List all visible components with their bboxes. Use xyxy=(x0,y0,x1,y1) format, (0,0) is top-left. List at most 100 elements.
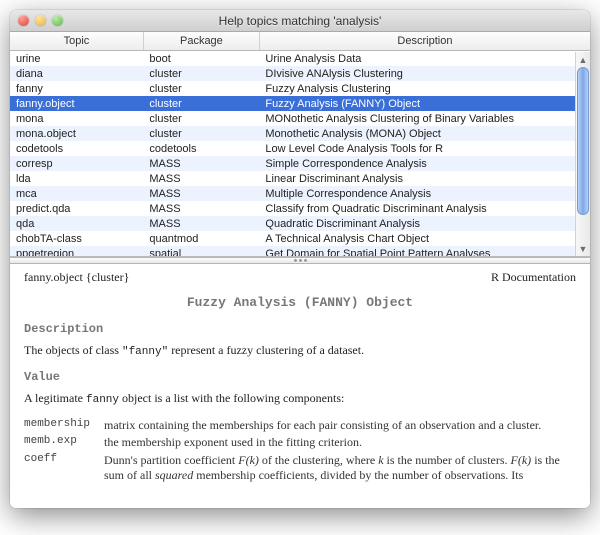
doc-context: fanny.object {cluster} xyxy=(24,270,129,285)
cell-description: MONothetic Analysis Clustering of Binary… xyxy=(259,111,590,126)
cell-description: Monothetic Analysis (MONA) Object xyxy=(259,126,590,141)
description-text: The objects of class "fanny" represent a… xyxy=(24,342,576,360)
cell-package: cluster xyxy=(143,126,259,141)
desc-text-post: represent a fuzzy clustering of a datase… xyxy=(168,343,364,357)
cell-package: MASS xyxy=(143,216,259,231)
cell-description: A Technical Analysis Chart Object xyxy=(259,231,590,246)
cv-i3: F(k) xyxy=(511,453,532,467)
cell-topic: fanny.object xyxy=(10,96,143,111)
table-row[interactable]: fanny.objectclusterFuzzy Analysis (FANNY… xyxy=(10,96,590,111)
cell-description: Low Level Code Analysis Tools for R xyxy=(259,141,590,156)
table-row[interactable]: fannyclusterFuzzy Analysis Clustering xyxy=(10,81,590,96)
scroll-down-icon[interactable]: ▼ xyxy=(576,241,590,256)
cell-description: DIvisive ANAlysis Clustering xyxy=(259,66,590,81)
column-header-package[interactable]: Package xyxy=(143,32,259,51)
cell-topic: qda xyxy=(10,216,143,231)
cell-topic: mca xyxy=(10,186,143,201)
cv-mid: of the clustering, where xyxy=(259,453,378,467)
section-value: Value xyxy=(24,370,576,384)
column-header-topic[interactable]: Topic xyxy=(10,32,143,51)
cell-topic: lda xyxy=(10,171,143,186)
table-row[interactable]: urinebootUrine Analysis Data xyxy=(10,51,590,67)
cv-mid2: is the number of clusters. xyxy=(384,453,511,467)
doc-title: Fuzzy Analysis (FANNY) Object xyxy=(24,295,576,310)
cell-package: MASS xyxy=(143,201,259,216)
scroll-thumb[interactable] xyxy=(577,67,589,215)
component-key: membership xyxy=(24,416,104,434)
results-panel: Topic Package Description urinebootUrine… xyxy=(10,32,590,257)
results-table: Topic Package Description urinebootUrine… xyxy=(10,32,590,256)
column-header-description[interactable]: Description xyxy=(259,32,590,51)
close-icon[interactable] xyxy=(18,15,29,26)
table-row[interactable]: correspMASSSimple Correspondence Analysi… xyxy=(10,156,590,171)
doc-source: R Documentation xyxy=(491,270,576,285)
cell-package: MASS xyxy=(143,156,259,171)
cell-description: Get Domain for Spatial Point Pattern Ana… xyxy=(259,246,590,256)
cell-description: Linear Discriminant Analysis xyxy=(259,171,590,186)
desc-code: "fanny" xyxy=(122,346,168,358)
cell-topic: diana xyxy=(10,66,143,81)
cv-i4: squared xyxy=(155,468,193,482)
table-row[interactable]: codetoolscodetoolsLow Level Code Analysi… xyxy=(10,141,590,156)
component-val: Dunn's partition coefficient F(k) of the… xyxy=(104,451,576,484)
cell-package: cluster xyxy=(143,96,259,111)
value-code: fanny xyxy=(86,394,119,406)
table-row[interactable]: dianaclusterDIvisive ANAlysis Clustering xyxy=(10,66,590,81)
cell-description: Multiple Correspondence Analysis xyxy=(259,186,590,201)
component-val: the membership exponent used in the fitt… xyxy=(104,433,576,451)
cell-description: Fuzzy Analysis Clustering xyxy=(259,81,590,96)
cell-topic: urine xyxy=(10,51,143,67)
cell-description: Quadratic Discriminant Analysis xyxy=(259,216,590,231)
table-row[interactable]: ppgetregionspatialGet Domain for Spatial… xyxy=(10,246,590,256)
minimize-icon[interactable] xyxy=(35,15,46,26)
table-row[interactable]: chobTA-classquantmodA Technical Analysis… xyxy=(10,231,590,246)
table-row[interactable]: monaclusterMONothetic Analysis Clusterin… xyxy=(10,111,590,126)
cell-topic: mona xyxy=(10,111,143,126)
scroll-track[interactable] xyxy=(576,67,590,241)
cell-package: cluster xyxy=(143,111,259,126)
table-row[interactable]: mcaMASSMultiple Correspondence Analysis xyxy=(10,186,590,201)
cell-description: Fuzzy Analysis (FANNY) Object xyxy=(259,96,590,111)
component-key: coeff xyxy=(24,451,104,484)
scroll-up-icon[interactable]: ▲ xyxy=(576,52,590,67)
cell-topic: codetools xyxy=(10,141,143,156)
table-row[interactable]: predict.qdaMASSClassify from Quadratic D… xyxy=(10,201,590,216)
cell-package: MASS xyxy=(143,171,259,186)
component-row: memb.exp the membership exponent used in… xyxy=(24,433,576,451)
zoom-icon[interactable] xyxy=(52,15,63,26)
cell-package: spatial xyxy=(143,246,259,256)
component-row: membership matrix containing the members… xyxy=(24,416,576,434)
value-text: A legitimate fanny object is a list with… xyxy=(24,390,576,408)
cell-topic: predict.qda xyxy=(10,201,143,216)
cell-topic: ppgetregion xyxy=(10,246,143,256)
help-window: Help topics matching 'analysis' Topic Pa… xyxy=(10,10,590,508)
table-row[interactable]: ldaMASSLinear Discriminant Analysis xyxy=(10,171,590,186)
traffic-lights xyxy=(18,15,63,26)
cell-package: boot xyxy=(143,51,259,67)
cell-description: Urine Analysis Data xyxy=(259,51,590,67)
components-table: membership matrix containing the members… xyxy=(24,416,576,484)
cv-pre: Dunn's partition coefficient xyxy=(104,453,238,467)
table-row[interactable]: mona.objectclusterMonothetic Analysis (M… xyxy=(10,126,590,141)
value-text-pre: A legitimate xyxy=(24,391,86,405)
cell-description: Classify from Quadratic Discriminant Ana… xyxy=(259,201,590,216)
titlebar[interactable]: Help topics matching 'analysis' xyxy=(10,10,590,32)
documentation-pane: fanny.object {cluster} R Documentation F… xyxy=(10,264,590,508)
component-key: memb.exp xyxy=(24,433,104,451)
component-val: matrix containing the memberships for ea… xyxy=(104,416,576,434)
cell-package: codetools xyxy=(143,141,259,156)
cell-package: cluster xyxy=(143,81,259,96)
table-scrollbar[interactable]: ▲ ▼ xyxy=(575,52,590,256)
cell-topic: mona.object xyxy=(10,126,143,141)
table-row[interactable]: qdaMASSQuadratic Discriminant Analysis xyxy=(10,216,590,231)
cell-topic: corresp xyxy=(10,156,143,171)
cell-topic: fanny xyxy=(10,81,143,96)
cell-package: quantmod xyxy=(143,231,259,246)
splitter-handle[interactable] xyxy=(10,257,590,264)
cv-end: membership coefficients, divided by the … xyxy=(193,468,523,482)
window-title: Help topics matching 'analysis' xyxy=(10,14,590,28)
cell-package: MASS xyxy=(143,186,259,201)
cell-description: Simple Correspondence Analysis xyxy=(259,156,590,171)
cell-package: cluster xyxy=(143,66,259,81)
cv-i1: F(k) xyxy=(238,453,259,467)
